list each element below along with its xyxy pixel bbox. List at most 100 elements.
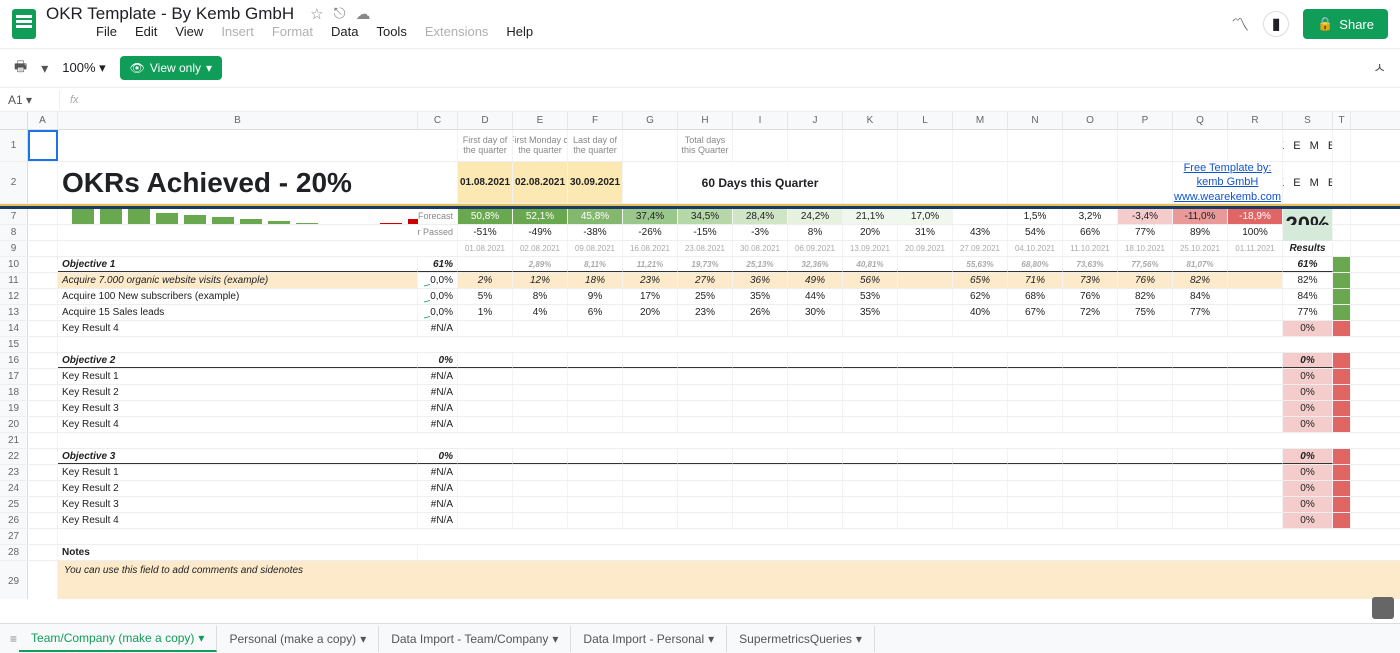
cell[interactable] (953, 401, 1008, 416)
cell[interactable]: 11,21% (623, 257, 678, 272)
cell[interactable] (788, 465, 843, 480)
key-result-name[interactable]: Key Result 2 (58, 385, 418, 400)
cell[interactable] (58, 241, 418, 256)
row-header[interactable]: 26 (0, 513, 28, 528)
cell[interactable] (898, 513, 953, 528)
cell[interactable]: Total days this Quarter (678, 130, 733, 161)
cell[interactable] (1333, 401, 1351, 416)
kr-start[interactable]: #N/A (418, 321, 458, 336)
cell[interactable] (458, 513, 513, 528)
cell[interactable] (1333, 353, 1351, 368)
menu-tools[interactable]: Tools (376, 24, 406, 39)
passed-cell[interactable]: -3% (733, 225, 788, 240)
cell[interactable]: 81,07% (1173, 257, 1228, 272)
cell[interactable] (1063, 321, 1118, 336)
cell[interactable] (28, 385, 58, 400)
cell[interactable] (1228, 257, 1283, 272)
cell[interactable] (28, 337, 58, 352)
passed-cell[interactable]: 20% (843, 225, 898, 240)
perf-cell[interactable]: 17,0% (898, 209, 953, 224)
cell[interactable] (1118, 449, 1173, 464)
cell[interactable] (1228, 321, 1283, 336)
cell[interactable] (1228, 465, 1283, 480)
week-date[interactable]: 09.08.2021 (568, 241, 623, 256)
cell[interactable] (843, 321, 898, 336)
cell[interactable] (678, 449, 733, 464)
cell[interactable] (1333, 273, 1351, 288)
cell[interactable] (1118, 497, 1173, 512)
week-date[interactable]: 25.10.2021 (1173, 241, 1228, 256)
cell[interactable] (1118, 401, 1173, 416)
cell[interactable] (1228, 513, 1283, 528)
key-result-name[interactable]: Acquire 100 New subscribers (example) (58, 289, 418, 304)
cell[interactable] (1173, 353, 1228, 368)
cell[interactable] (513, 481, 568, 496)
kr-value[interactable]: 1% (458, 305, 513, 320)
cell[interactable] (418, 162, 458, 203)
menu-format[interactable]: Format (272, 24, 313, 39)
cell[interactable]: Last day ofthe quarter (568, 130, 623, 161)
col-header-G[interactable]: G (623, 112, 678, 129)
cell[interactable] (458, 465, 513, 480)
cell[interactable] (568, 369, 623, 384)
passed-cell[interactable]: -26% (623, 225, 678, 240)
cell[interactable] (898, 465, 953, 480)
kr-value[interactable]: 17% (623, 289, 678, 304)
cell[interactable] (458, 353, 513, 368)
sheet-tab[interactable]: Team/Company (make a copy) ▾ (19, 626, 217, 652)
cell[interactable] (28, 130, 58, 161)
cell[interactable] (953, 481, 1008, 496)
key-result-name[interactable]: Key Result 3 (58, 497, 418, 512)
cell[interactable] (458, 385, 513, 400)
sheet-tab[interactable]: Data Import - Personal ▾ (571, 626, 727, 652)
explore-button[interactable] (1372, 597, 1394, 619)
week-date[interactable]: 13.09.2021 (843, 241, 898, 256)
cell[interactable] (1063, 385, 1118, 400)
cell[interactable] (458, 497, 513, 512)
row-header[interactable]: 29 (0, 561, 28, 599)
cell[interactable] (1118, 162, 1173, 203)
col-header-T[interactable]: T (1333, 112, 1351, 129)
cell[interactable] (1063, 481, 1118, 496)
row-header[interactable]: 23 (0, 465, 28, 480)
cell[interactable] (28, 449, 58, 464)
kr-result[interactable]: 0% (1283, 369, 1333, 384)
cell[interactable] (953, 465, 1008, 480)
cell[interactable] (1228, 369, 1283, 384)
cell[interactable] (898, 417, 953, 432)
cell[interactable] (898, 162, 953, 203)
kr-result[interactable]: 0% (1283, 321, 1333, 336)
objective-name[interactable]: Objective 2 (58, 353, 418, 368)
cell[interactable] (1008, 321, 1063, 336)
kr-result[interactable]: 0% (1283, 481, 1333, 496)
cell[interactable] (733, 513, 788, 528)
kr-value[interactable]: 84% (1173, 289, 1228, 304)
cell[interactable] (1008, 417, 1063, 432)
week-date[interactable]: 27.09.2021 (953, 241, 1008, 256)
date-d[interactable]: 01.08.2021 (458, 162, 513, 203)
kr-result[interactable]: 84% (1283, 289, 1333, 304)
cell[interactable] (458, 321, 513, 336)
row-header[interactable]: 22 (0, 449, 28, 464)
cell[interactable] (1283, 225, 1333, 240)
cell[interactable] (678, 465, 733, 480)
cell[interactable] (1228, 130, 1283, 161)
col-header-I[interactable]: I (733, 112, 788, 129)
perf-label[interactable]: Performance vs Forecast (418, 209, 458, 224)
cell[interactable] (28, 417, 58, 432)
cell[interactable] (1333, 241, 1351, 256)
cell[interactable] (623, 481, 678, 496)
cell[interactable] (678, 513, 733, 528)
cell[interactable] (953, 369, 1008, 384)
cell[interactable] (28, 561, 58, 599)
cell[interactable] (513, 497, 568, 512)
cell[interactable] (898, 497, 953, 512)
kr-value[interactable] (898, 273, 953, 288)
cell[interactable] (1173, 401, 1228, 416)
kr-value[interactable]: 44% (788, 289, 843, 304)
kr-start[interactable]: #N/A (418, 385, 458, 400)
col-header-C[interactable]: C (418, 112, 458, 129)
cell[interactable] (623, 369, 678, 384)
collapse-up-icon[interactable]: ㅅ (1373, 58, 1386, 78)
objective-pct[interactable]: 0% (418, 353, 458, 368)
